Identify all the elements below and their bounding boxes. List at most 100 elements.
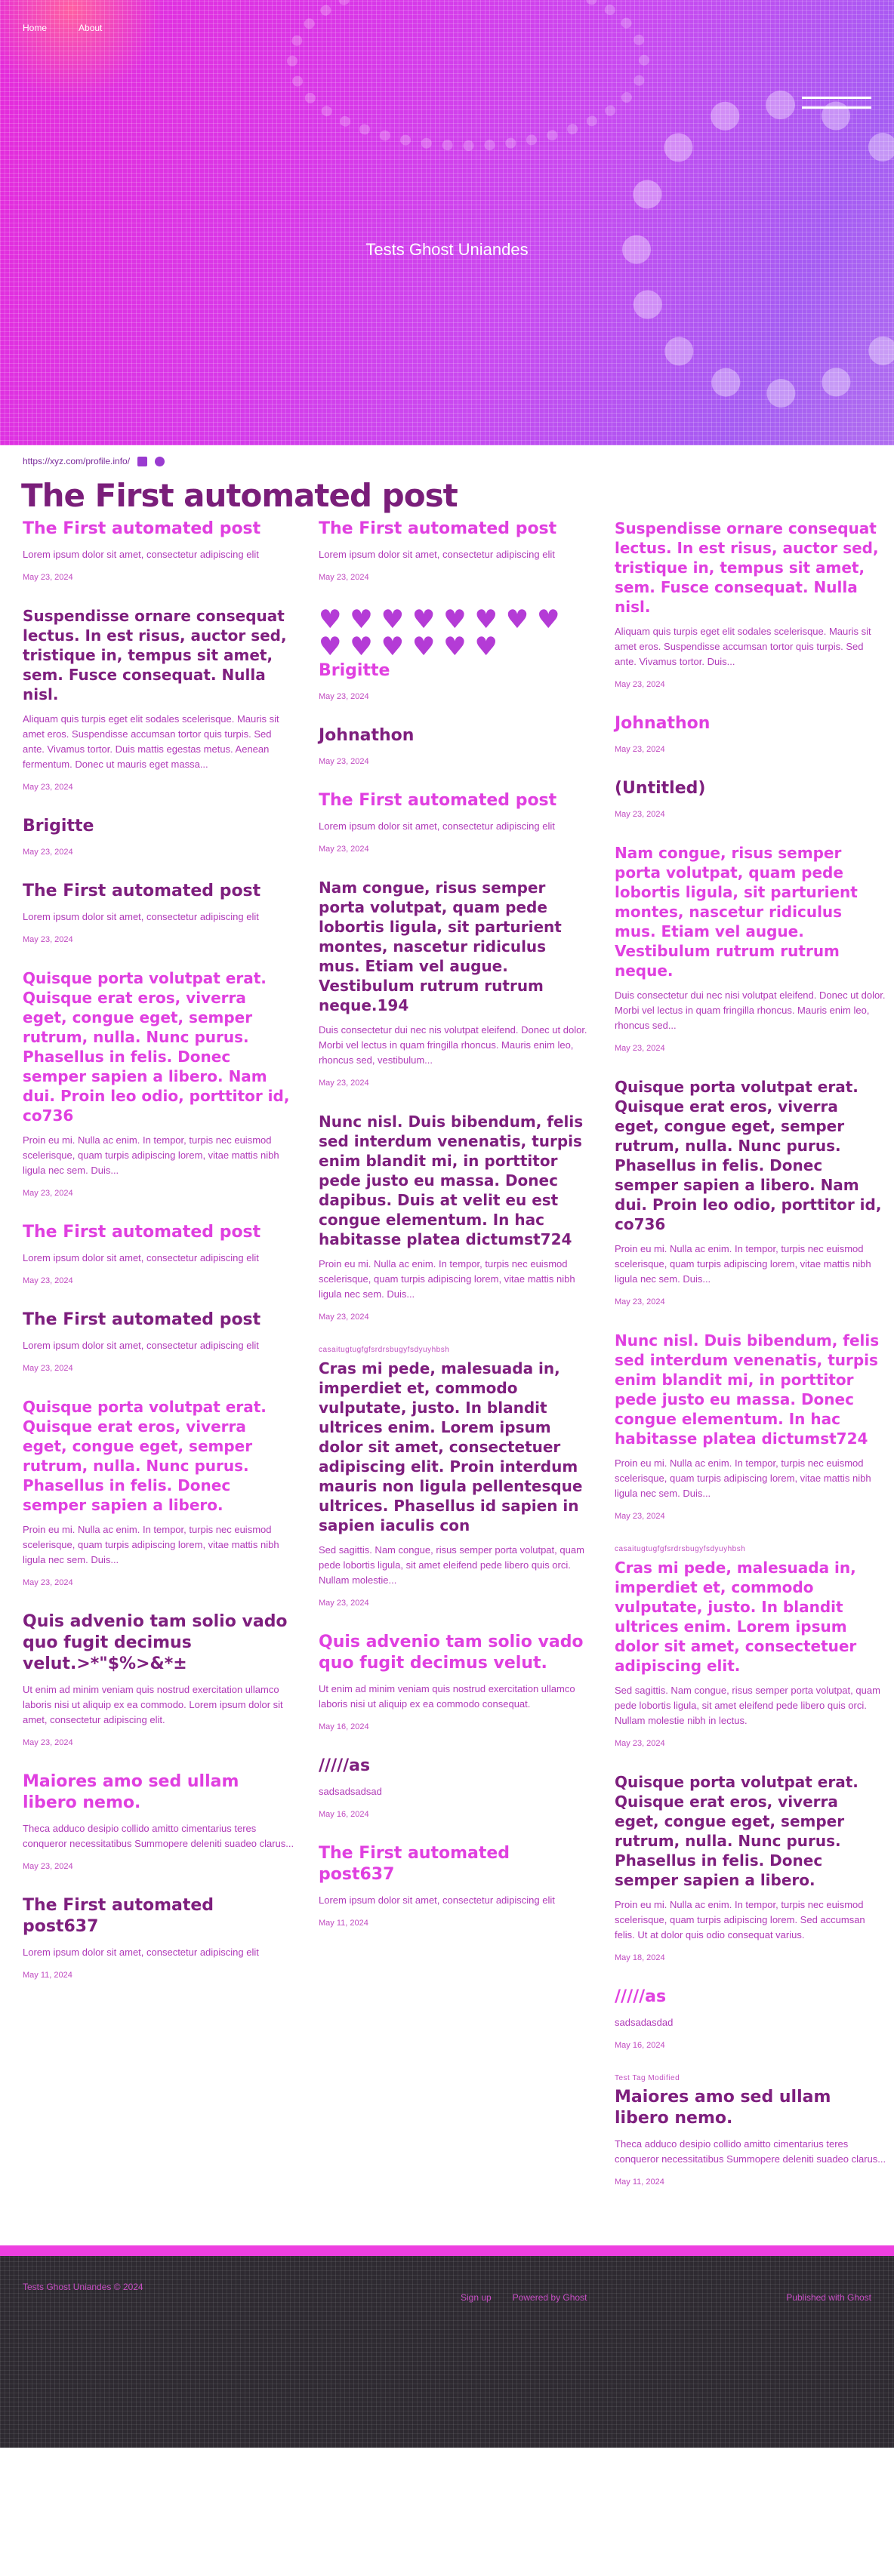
post-date: May 23, 2024 — [615, 680, 665, 689]
post-card[interactable]: Quisque porta volutpat erat. Quisque era… — [23, 958, 294, 1211]
post-title[interactable]: The First automated post — [319, 790, 590, 811]
post-excerpt: Ut enim ad minim veniam quis nostrud exe… — [23, 1684, 283, 1725]
post-card[interactable]: casaitugtugfgfsrdrsbugyfsdyuyhbsh Cras mi… — [319, 1335, 590, 1621]
post-card[interactable]: Nam congue, risus semper porta volutpat,… — [319, 867, 590, 1101]
post-title[interactable]: The First automated post637 — [319, 1843, 590, 1885]
post-excerpt: sadsadsadsad — [319, 1786, 382, 1797]
post-date: May 23, 2024 — [319, 573, 369, 582]
post-card[interactable]: The First automated post Lorem ipsum dolo… — [319, 780, 590, 867]
post-card[interactable]: The First automated post Lorem ipsum dolo… — [23, 1211, 294, 1299]
post-title[interactable]: Nunc nisl. Duis bibendum, felis sed inte… — [615, 1331, 886, 1448]
post-card[interactable]: Brigitte May 23, 2024 — [23, 805, 294, 870]
post-date: May 23, 2024 — [23, 783, 73, 792]
post-excerpt: Lorem ipsum dolor sit amet, consectetur … — [23, 549, 259, 560]
feed-column: Suspendisse ornare consequat lectus. In … — [615, 508, 886, 2200]
post-tag[interactable]: casaitugtugfgfsrdrsbugyfsdyuyhbsh — [615, 1545, 886, 1553]
post-title[interactable]: Suspendisse ornare consequat lectus. In … — [23, 606, 294, 704]
facebook-icon[interactable] — [155, 456, 165, 466]
post-card[interactable]: Suspendisse ornare consequat lectus. In … — [615, 508, 886, 703]
post-card[interactable]: (Untitled) May 23, 2024 — [615, 768, 886, 833]
post-card[interactable]: Test Tag Modified Maiores amo sed ullam l… — [615, 2064, 886, 2200]
post-excerpt: Sed sagittis. Nam congue, risus semper p… — [615, 1685, 880, 1726]
post-excerpt: sadsadasdad — [615, 2017, 674, 2028]
post-card[interactable]: Johnathon May 23, 2024 — [615, 703, 886, 768]
post-card[interactable]: ♥ ♥ ♥ ♥ ♥ ♥ ♥ ♥ ♥ ♥ ♥ ♥ ♥ ♥ Brigitte May 2… — [319, 596, 590, 715]
nav-item-home[interactable]: Home — [23, 23, 47, 33]
post-title[interactable]: The First automated post — [23, 1310, 294, 1331]
post-card[interactable]: Johnathon May 23, 2024 — [319, 715, 590, 780]
post-excerpt: Lorem ipsum dolor sit amet, consectetur … — [23, 1252, 259, 1263]
post-title[interactable]: The First automated post — [319, 519, 590, 540]
author-website-link[interactable]: https://xyz.com/profile.info/ — [23, 456, 130, 466]
post-card[interactable]: /////as sadsadsadsad May 16, 2024 — [319, 1745, 590, 1833]
post-card[interactable]: Quis advenio tam solio vado quo fugit de… — [23, 1601, 294, 1761]
site-title[interactable]: Tests Ghost Uniandes — [0, 240, 894, 260]
post-card[interactable]: The First automated post637 Lorem ipsum d… — [319, 1833, 590, 1941]
post-title[interactable]: Maiores amo sed ullam libero nemo. — [23, 1771, 294, 1814]
post-title[interactable]: Nunc nisl. Duis bibendum, felis sed inte… — [319, 1112, 590, 1249]
post-title[interactable]: /////as — [319, 1756, 590, 1777]
post-card[interactable]: Quis advenio tam solio vado quo fugit de… — [319, 1621, 590, 1745]
post-title[interactable]: The First automated post — [23, 1222, 294, 1243]
feed-column: The First automated post Lorem ipsum dolo… — [319, 508, 590, 2200]
post-date: May 23, 2024 — [23, 1578, 73, 1587]
footer-link-powered[interactable]: Powered by Ghost — [513, 2292, 587, 2303]
post-title[interactable]: (Untitled) — [615, 778, 886, 799]
post-title[interactable]: Quis advenio tam solio vado quo fugit de… — [23, 1611, 294, 1675]
post-card[interactable]: Maiores amo sed ullam libero nemo. Theca … — [23, 1761, 294, 1885]
site-footer: Tests Ghost Uniandes © 2024 Sign up Powe… — [0, 2245, 894, 2448]
post-title[interactable]: The First automated post637 — [23, 1895, 294, 1937]
post-date: May 23, 2024 — [319, 845, 369, 854]
post-title[interactable]: Quisque porta volutpat erat. Quisque era… — [23, 1397, 294, 1515]
post-title[interactable]: Nam congue, risus semper porta volutpat,… — [615, 843, 886, 980]
post-title[interactable]: Cras mi pede, malesuada in, imperdiet et… — [319, 1359, 590, 1535]
post-card[interactable]: Quisque porta volutpat erat. Quisque era… — [615, 1762, 886, 1976]
footer-published[interactable]: Published with Ghost — [786, 2292, 871, 2303]
post-title[interactable]: Quisque porta volutpat erat. Quisque era… — [23, 968, 294, 1125]
post-title[interactable]: Quis advenio tam solio vado quo fugit de… — [319, 1632, 590, 1674]
post-card[interactable]: Quisque porta volutpat erat. Quisque era… — [23, 1386, 294, 1601]
post-title[interactable]: Quisque porta volutpat erat. Quisque era… — [615, 1772, 886, 1890]
post-date: May 11, 2024 — [615, 2177, 664, 2187]
post-card[interactable]: casaitugtugfgfsrdrsbugyfsdyuyhbsh Cras mi… — [615, 1534, 886, 1762]
post-excerpt: Theca adduco desipio collido amitto cime… — [23, 1823, 294, 1849]
post-date: May 16, 2024 — [615, 2041, 665, 2050]
post-title[interactable]: Cras mi pede, malesuada in, imperdiet et… — [615, 1558, 886, 1676]
post-title[interactable]: Suspendisse ornare consequat lectus. In … — [615, 519, 886, 617]
post-title[interactable]: Brigitte — [23, 816, 294, 837]
post-title[interactable]: Brigitte — [319, 660, 590, 682]
post-date: May 23, 2024 — [23, 1862, 73, 1871]
heart-icons: ♥ ♥ ♥ ♥ ♥ ♥ ♥ ♥ ♥ ♥ ♥ ♥ ♥ ♥ — [319, 605, 560, 662]
post-title[interactable]: The First automated post — [23, 881, 294, 902]
post-title[interactable]: Quisque porta volutpat erat. Quisque era… — [615, 1077, 886, 1234]
post-card[interactable]: Nam congue, risus semper porta volutpat,… — [615, 833, 886, 1066]
post-title[interactable]: /////as — [615, 1987, 886, 2008]
post-card[interactable]: The First automated post Lorem ipsum dolo… — [23, 508, 294, 596]
hero-decoration-arc — [287, 0, 649, 151]
nav-item-about[interactable]: About — [79, 23, 102, 33]
post-tag[interactable]: Test Tag Modified — [615, 2074, 886, 2082]
post-card[interactable]: Nunc nisl. Duis bibendum, felis sed inte… — [319, 1101, 590, 1335]
post-date: May 23, 2024 — [23, 1364, 73, 1373]
post-tag[interactable]: casaitugtugfgfsrdrsbugyfsdyuyhbsh — [319, 1346, 590, 1354]
post-date: May 23, 2024 — [23, 1276, 73, 1285]
post-card[interactable]: Suspendisse ornare consequat lectus. In … — [23, 596, 294, 805]
post-title[interactable]: Johnathon — [319, 725, 590, 746]
post-date: May 23, 2024 — [23, 935, 73, 944]
post-card[interactable]: The First automated post Lorem ipsum dolo… — [319, 508, 590, 596]
footer-link-signup[interactable]: Sign up — [461, 2292, 492, 2303]
post-card[interactable]: /////as sadsadasdad May 16, 2024 — [615, 1976, 886, 2064]
post-card[interactable]: Nunc nisl. Duis bibendum, felis sed inte… — [615, 1320, 886, 1534]
post-card[interactable]: The First automated post Lorem ipsum dolo… — [23, 870, 294, 958]
post-card[interactable]: The First automated post637 Lorem ipsum d… — [23, 1885, 294, 1993]
post-title[interactable]: Maiores amo sed ullam libero nemo. — [615, 2087, 886, 2129]
post-date: May 11, 2024 — [319, 1919, 368, 1928]
post-title[interactable]: The First automated post — [23, 519, 294, 540]
post-card[interactable]: Quisque porta volutpat erat. Quisque era… — [615, 1066, 886, 1320]
post-card[interactable]: The First automated post Lorem ipsum dolo… — [23, 1299, 294, 1386]
post-title[interactable]: Johnathon — [615, 713, 886, 734]
post-title[interactable]: Nam congue, risus semper porta volutpat,… — [319, 878, 590, 1015]
twitter-icon[interactable] — [137, 456, 148, 466]
post-excerpt: Proin eu mi. Nulla ac enim. In tempor, t… — [615, 1899, 865, 1940]
menu-toggle-button[interactable] — [802, 97, 871, 109]
